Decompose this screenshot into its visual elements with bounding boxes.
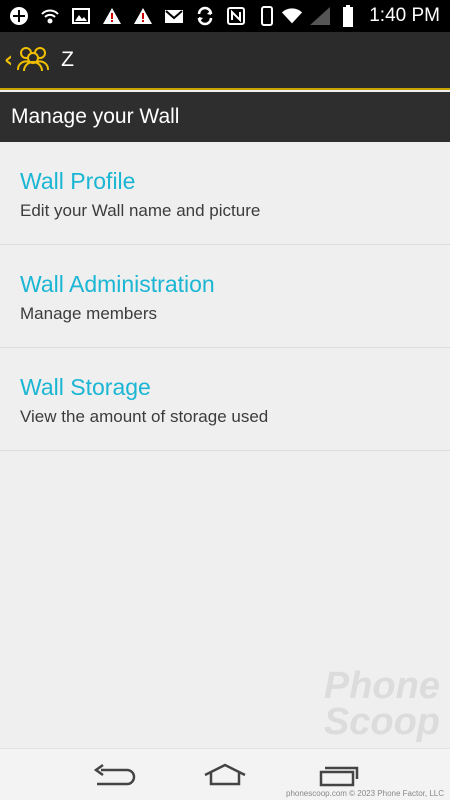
watermark-line1: Phone (323, 665, 440, 707)
add-icon (8, 5, 30, 27)
list-item-subtitle: View the amount of storage used (20, 407, 269, 426)
wall-profile-item[interactable]: Wall Profile Edit your Wall name and pic… (0, 142, 450, 245)
back-button[interactable] (85, 755, 145, 795)
chevron-left-icon: ‹ (4, 47, 14, 73)
footer-credit: phonescoop.com © 2023 Phone Factor, LLC (286, 789, 444, 798)
action-bar: ‹ Z (0, 32, 450, 90)
status-bar: 1:40 PM (0, 0, 450, 32)
watermark-line2: Scoop (323, 701, 440, 743)
settings-list: Wall Profile Edit your Wall name and pic… (0, 142, 450, 451)
watermark: Phone Scoop (323, 665, 440, 743)
gmail-icon (163, 5, 185, 27)
home-button[interactable] (195, 755, 255, 795)
list-item-subtitle: Manage members (20, 304, 158, 323)
sync-icon (194, 5, 216, 27)
warning-icon (101, 5, 123, 27)
phone-outline-icon (256, 5, 278, 27)
home-icon (204, 763, 246, 785)
list-item-subtitle: Edit your Wall name and picture (20, 201, 261, 220)
list-item-title: Wall Administration (20, 271, 215, 297)
wall-administration-item[interactable]: Wall Administration Manage members (0, 245, 450, 348)
warning-icon (132, 5, 154, 27)
list-item-title: Wall Profile (20, 168, 136, 194)
wifi-icon (281, 5, 303, 27)
battery-icon (337, 5, 359, 27)
clock: 1:40 PM (369, 5, 440, 26)
wall-storage-item[interactable]: Wall Storage View the amount of storage … (0, 348, 450, 451)
wifi-call-icon (39, 5, 61, 27)
group-people-icon (15, 44, 51, 76)
wall-name-title: Z (61, 48, 74, 71)
page-header: Manage your Wall (0, 92, 450, 142)
up-navigation-button[interactable]: ‹ (0, 44, 51, 76)
list-item-title: Wall Storage (20, 374, 151, 400)
nfc-icon (225, 5, 247, 27)
image-icon (70, 5, 92, 27)
recent-apps-icon (319, 766, 359, 786)
page-title: Manage your Wall (11, 105, 180, 128)
signal-icon (309, 5, 331, 27)
back-arrow-icon (93, 763, 136, 785)
